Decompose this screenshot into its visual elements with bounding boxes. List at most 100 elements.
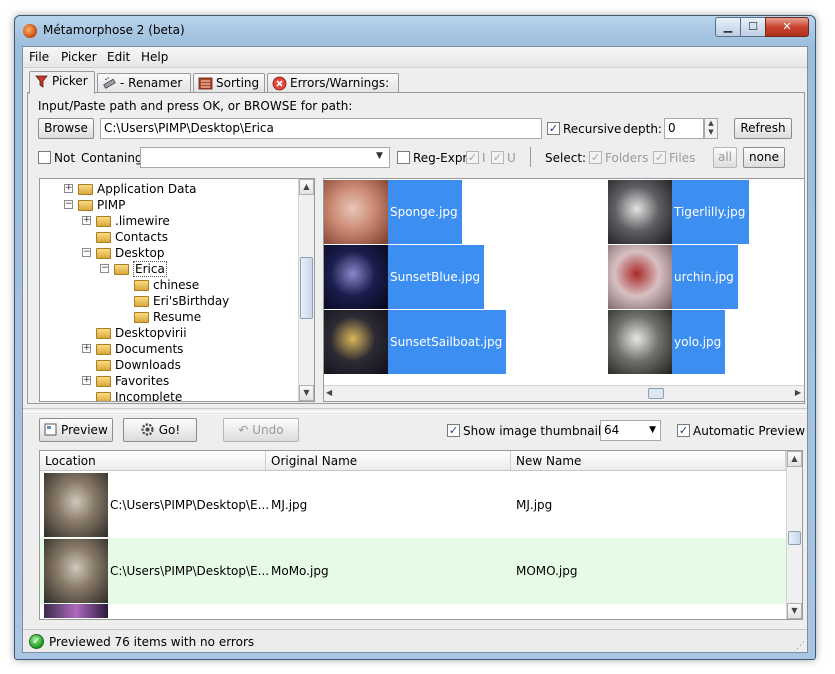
- tree-item[interactable]: Desktop: [96, 245, 165, 261]
- preview-icon: [44, 423, 57, 436]
- window-client: File Picker Edit Help Picker - Renamer -…: [22, 46, 808, 653]
- funnel-icon: [35, 75, 48, 88]
- collapse-icon[interactable]: −: [64, 200, 73, 209]
- preview-button[interactable]: Preview: [39, 418, 113, 442]
- tab-renamer[interactable]: - Renamer -: [97, 73, 191, 108]
- column-header-new-name[interactable]: New Name: [511, 451, 786, 471]
- files-label: Files: [669, 151, 696, 165]
- folder-icon: [96, 360, 111, 371]
- recursive-checkbox[interactable]: ✓: [547, 122, 560, 135]
- tree-item[interactable]: Incomplete: [96, 389, 182, 401]
- chevron-down-icon[interactable]: ▼: [376, 151, 383, 161]
- tree-item[interactable]: Erica: [114, 261, 167, 277]
- tree-item-label: PIMP: [97, 198, 126, 212]
- tree-scroll-thumb[interactable]: [300, 257, 313, 319]
- show-thumbnails-checkbox[interactable]: ✓: [447, 424, 460, 437]
- menu-bar: File Picker Edit Help: [23, 47, 807, 68]
- folder-tree[interactable]: + Application Data − PIMP + .limewire Contacts…: [39, 178, 315, 402]
- collapse-icon[interactable]: −: [100, 264, 109, 273]
- depth-spinner[interactable]: ▲ ▼: [704, 118, 718, 139]
- depth-input[interactable]: 0: [664, 118, 704, 139]
- tree-item[interactable]: Downloads: [96, 357, 181, 373]
- folder-icon: [96, 376, 111, 387]
- select-label: Select:: [545, 151, 587, 165]
- menu-file[interactable]: File: [29, 50, 49, 64]
- expand-icon[interactable]: +: [82, 344, 91, 353]
- tab-picker[interactable]: Picker: [29, 71, 95, 94]
- tree-item[interactable]: Desktopvirii: [96, 325, 187, 341]
- expand-icon[interactable]: +: [82, 216, 91, 225]
- tree-item[interactable]: Application Data: [78, 181, 197, 197]
- splitter[interactable]: [23, 408, 807, 412]
- column-header-location[interactable]: Location: [40, 451, 266, 471]
- scroll-up-icon[interactable]: ▲: [299, 179, 314, 195]
- file-thumbnail-view[interactable]: Sponge.jpg SunsetBlue.jpg SunsetSailboat.j…: [323, 178, 805, 402]
- table-row[interactable]: C:\Users\PIMP\Desktop\E... MJ.jpg MJ.jpg: [40, 472, 786, 538]
- scroll-up-icon[interactable]: ▲: [787, 451, 802, 467]
- tree-item[interactable]: Resume: [134, 309, 201, 325]
- scroll-down-icon[interactable]: ▼: [299, 385, 314, 401]
- table-scrollbar[interactable]: ▲ ▼: [786, 451, 802, 619]
- files-scroll-thumb[interactable]: [648, 388, 664, 399]
- menu-picker[interactable]: Picker: [61, 50, 97, 64]
- scroll-left-icon[interactable]: ◀: [326, 388, 332, 397]
- files-checkbox[interactable]: ✓: [653, 151, 666, 164]
- resize-grip-icon[interactable]: ⋰: [796, 641, 805, 651]
- undo-label: Undo: [252, 423, 284, 437]
- app-icon: [23, 24, 37, 38]
- undo-button[interactable]: ↶ Undo: [223, 418, 299, 442]
- path-instruction: Input/Paste path and press OK, or BROWSE…: [38, 99, 353, 113]
- table-row[interactable]: C:\Users\PIMP\Desktop\E... MoMo.jpg MOMO.j…: [40, 538, 786, 604]
- select-all-button[interactable]: all: [713, 147, 737, 168]
- maximize-button[interactable]: ☐: [740, 17, 766, 37]
- refresh-button[interactable]: Refresh: [734, 118, 792, 139]
- folders-checkbox[interactable]: ✓: [589, 151, 602, 164]
- folders-label: Folders: [605, 151, 649, 165]
- thumbnail-size-select[interactable]: 64 ▼: [600, 420, 661, 441]
- path-input[interactable]: C:\Users\PIMP\Desktop\Erica: [100, 118, 542, 139]
- table-scroll-thumb[interactable]: [788, 531, 801, 545]
- tree-item[interactable]: Eri'sBirthday: [134, 293, 229, 309]
- thumbnail-size-value: 64: [604, 423, 620, 437]
- go-button[interactable]: Go!: [123, 418, 197, 442]
- tab-sorting[interactable]: Sorting: [193, 73, 265, 93]
- close-button[interactable]: ✕: [765, 17, 809, 37]
- scroll-down-icon[interactable]: ▼: [787, 603, 802, 619]
- tree-scrollbar[interactable]: ▲ ▼: [298, 179, 314, 401]
- ignorecase-checkbox[interactable]: ✓: [466, 151, 479, 164]
- browse-button[interactable]: Browse: [38, 118, 94, 139]
- select-none-button[interactable]: none: [743, 147, 785, 168]
- tree-item[interactable]: PIMP: [78, 197, 125, 213]
- undo-icon: ↶: [238, 423, 249, 437]
- tree-item[interactable]: Documents: [96, 341, 183, 357]
- tree-item-label: Desktopvirii: [115, 326, 187, 340]
- preview-table[interactable]: Location Original Name New Name C:\Users…: [39, 450, 803, 620]
- tree-item-label: Application Data: [97, 182, 197, 196]
- folder-icon: [134, 296, 149, 307]
- tab-errors-warnings[interactable]: Errors/Warnings: 0: [267, 73, 399, 108]
- tree-item[interactable]: .limewire: [96, 213, 170, 229]
- menu-edit[interactable]: Edit: [107, 50, 130, 64]
- not-checkbox[interactable]: [38, 151, 51, 164]
- title-bar[interactable]: Métamorphose 2 (beta) ▁ ☐ ✕: [15, 16, 815, 46]
- tree-item[interactable]: chinese: [134, 277, 199, 293]
- files-hscrollbar[interactable]: ◀ ▶: [324, 385, 804, 401]
- scroll-right-icon[interactable]: ▶: [795, 388, 801, 397]
- expand-icon[interactable]: +: [64, 184, 73, 193]
- expand-icon[interactable]: +: [82, 376, 91, 385]
- column-header-original-name[interactable]: Original Name: [266, 451, 511, 471]
- tree-item[interactable]: Contacts: [96, 229, 168, 245]
- folder-icon: [96, 216, 111, 227]
- menu-help[interactable]: Help: [141, 50, 168, 64]
- minimize-button[interactable]: ▁: [715, 17, 741, 37]
- regexpr-checkbox[interactable]: [397, 151, 410, 164]
- containing-input[interactable]: [140, 147, 390, 168]
- automatic-preview-label: Automatic Preview: [693, 424, 806, 438]
- spin-up-icon[interactable]: ▲: [705, 119, 717, 128]
- collapse-icon[interactable]: −: [82, 248, 91, 257]
- automatic-preview-checkbox[interactable]: ✓: [677, 424, 690, 437]
- tree-item[interactable]: Favorites: [96, 373, 169, 389]
- folder-icon: [134, 312, 149, 323]
- spin-down-icon[interactable]: ▼: [705, 128, 717, 137]
- unicode-checkbox[interactable]: ✓: [491, 151, 504, 164]
